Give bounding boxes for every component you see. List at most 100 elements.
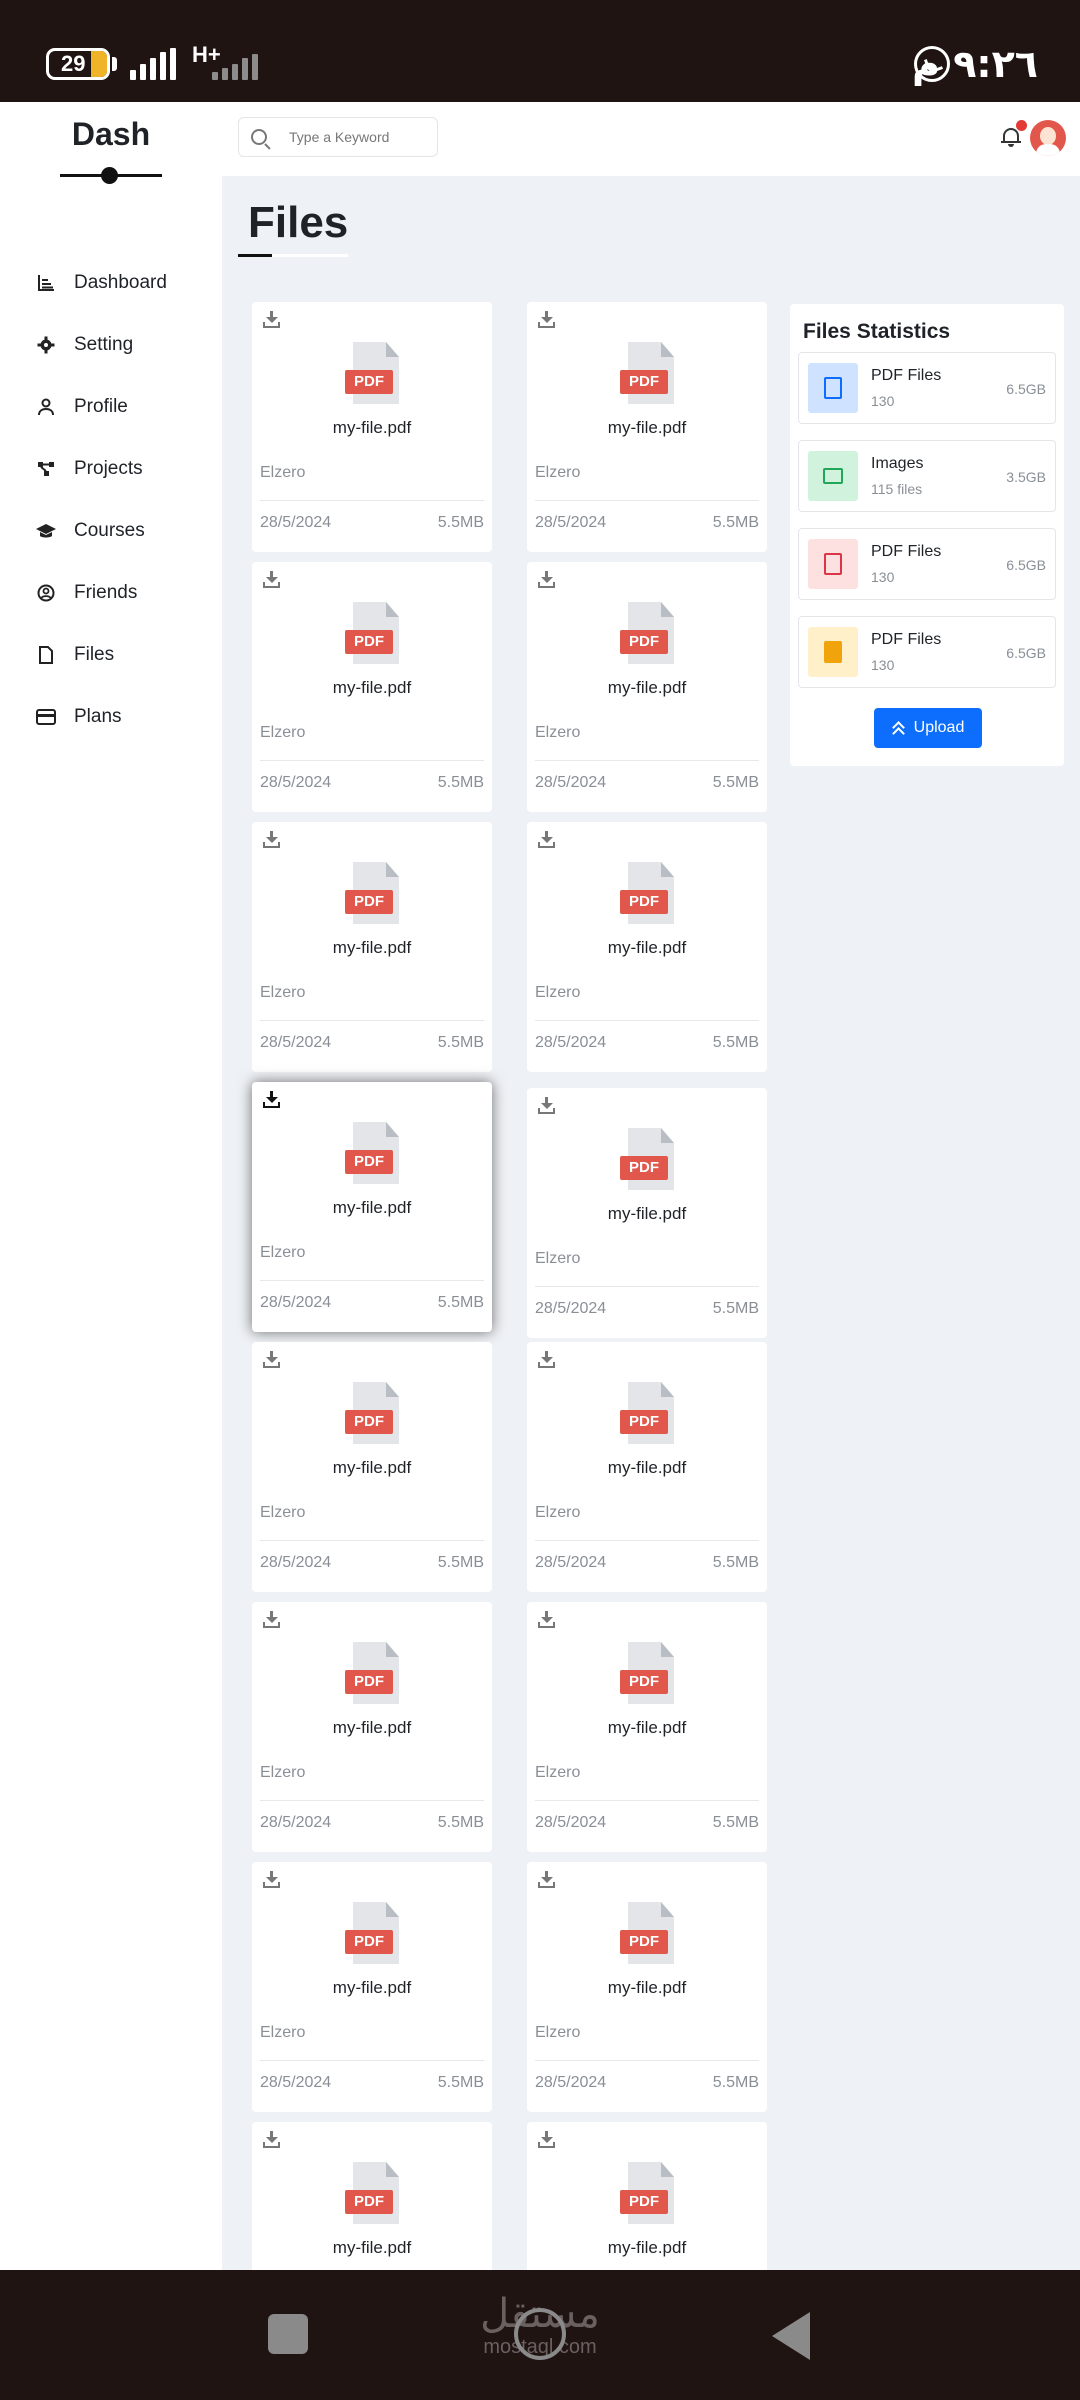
- file-card[interactable]: PDF my-file.pdf: [527, 2122, 767, 2270]
- search-box[interactable]: [238, 117, 438, 157]
- file-size: 5.5MB: [437, 514, 484, 531]
- file-author: Elzero: [535, 724, 581, 741]
- download-icon[interactable]: [537, 831, 557, 849]
- file-card[interactable]: PDF my-file.pdf Elzero 28/5/2024 5.5MB: [527, 1602, 767, 1852]
- sidebar-item-label: Setting: [74, 334, 134, 355]
- file-author: Elzero: [260, 984, 306, 1001]
- sidebar-item-label: Files: [74, 644, 115, 665]
- download-icon[interactable]: [262, 1091, 282, 1109]
- avatar[interactable]: [1030, 120, 1066, 156]
- battery-tip: [112, 57, 117, 71]
- upload-label: Upload: [913, 719, 965, 736]
- user-circle-icon: [36, 583, 56, 603]
- sidebar-item-setting[interactable]: Setting: [0, 314, 222, 376]
- download-icon[interactable]: [262, 2131, 282, 2149]
- divider: [260, 1540, 484, 1541]
- file-card[interactable]: PDF my-file.pdf Elzero 28/5/2024 5.5MB: [527, 302, 767, 552]
- stat-row: PDF Files 130 6.5GB: [798, 528, 1056, 600]
- download-icon[interactable]: [537, 1871, 557, 1889]
- file-card[interactable]: PDF my-file.pdf Elzero 28/5/2024 5.5MB: [252, 1082, 492, 1332]
- pdf-file-icon: PDF: [345, 342, 399, 406]
- file-card[interactable]: PDF my-file.pdf Elzero 28/5/2024 5.5MB: [527, 562, 767, 812]
- file-card[interactable]: PDF my-file.pdf Elzero 28/5/2024 5.5MB: [252, 302, 492, 552]
- file-date: 28/5/2024: [535, 1554, 607, 1571]
- file-card[interactable]: PDF my-file.pdf Elzero 28/5/2024 5.5MB: [527, 1862, 767, 2112]
- sidebar-item-label: Dashboard: [74, 272, 167, 293]
- sidebar-item-plans[interactable]: Plans: [0, 686, 222, 748]
- divider: [260, 1800, 484, 1801]
- download-icon[interactable]: [262, 831, 282, 849]
- file-name: my-file.pdf: [332, 1978, 412, 1997]
- sidebar-item-courses[interactable]: Courses: [0, 500, 222, 562]
- file-name: my-file.pdf: [607, 418, 687, 437]
- sidebar-item-dashboard[interactable]: Dashboard: [0, 252, 222, 314]
- stat-name: PDF Files: [871, 631, 942, 648]
- file-card[interactable]: PDF my-file.pdf Elzero 28/5/2024 5.5MB: [252, 1602, 492, 1852]
- upload-button[interactable]: Upload: [874, 708, 982, 748]
- pdf-file-icon: PDF: [620, 1642, 674, 1706]
- download-icon[interactable]: [262, 571, 282, 589]
- pdf-badge: PDF: [345, 890, 393, 914]
- sidebar-item-label: Courses: [74, 520, 145, 541]
- file-size: 5.5MB: [712, 1554, 759, 1571]
- download-icon[interactable]: [262, 311, 282, 329]
- download-icon[interactable]: [537, 571, 557, 589]
- download-icon[interactable]: [537, 1351, 557, 1369]
- sidebar-item-friends[interactable]: Friends: [0, 562, 222, 624]
- stat-count: 130: [871, 393, 895, 409]
- sidebar-item-profile[interactable]: Profile: [0, 376, 222, 438]
- chart-icon: [36, 273, 56, 293]
- file-card[interactable]: PDF my-file.pdf Elzero 28/5/2024 5.5MB: [527, 1342, 767, 1592]
- sidebar-item-label: Projects: [74, 458, 143, 479]
- file-date: 28/5/2024: [260, 1814, 332, 1831]
- download-icon[interactable]: [537, 1097, 557, 1115]
- download-icon[interactable]: [537, 1611, 557, 1629]
- sidebar-item-files[interactable]: Files: [0, 624, 222, 686]
- divider: [535, 1020, 759, 1021]
- download-icon[interactable]: [262, 1351, 282, 1369]
- file-name: my-file.pdf: [332, 1198, 412, 1217]
- pdf-badge: PDF: [345, 2190, 393, 2214]
- file-date: 28/5/2024: [260, 1294, 332, 1311]
- file-name: my-file.pdf: [332, 1458, 412, 1477]
- pdf-badge: PDF: [620, 890, 668, 914]
- file-card[interactable]: PDF my-file.pdf Elzero 28/5/2024 5.5MB: [252, 1862, 492, 2112]
- gear-icon: [36, 335, 56, 355]
- search-input[interactable]: [289, 129, 419, 145]
- file-size: 5.5MB: [437, 1294, 484, 1311]
- file-date: 28/5/2024: [260, 1554, 332, 1571]
- file-card[interactable]: PDF my-file.pdf Elzero 28/5/2024 5.5MB: [527, 822, 767, 1072]
- file-date: 28/5/2024: [260, 1034, 332, 1051]
- file-card[interactable]: PDF my-file.pdf Elzero 28/5/2024 5.5MB: [252, 562, 492, 812]
- file-card[interactable]: PDF my-file.pdf Elzero 28/5/2024 5.5MB: [252, 822, 492, 1072]
- stat-count: 130: [871, 657, 895, 673]
- double-chevron-up-icon: [892, 721, 904, 735]
- file-card[interactable]: PDF my-file.pdf: [252, 2122, 492, 2270]
- stats-title: Files Statistics: [803, 320, 951, 343]
- sidebar-item-projects[interactable]: Projects: [0, 438, 222, 500]
- notification-badge: [1016, 120, 1027, 131]
- file-name: my-file.pdf: [607, 1204, 687, 1223]
- download-icon[interactable]: [262, 1871, 282, 1889]
- download-icon[interactable]: [537, 2131, 557, 2149]
- file-card[interactable]: PDF my-file.pdf Elzero 28/5/2024 5.5MB: [252, 1342, 492, 1592]
- home-button[interactable]: [514, 2308, 566, 2360]
- back-button[interactable]: [772, 2312, 810, 2360]
- download-icon[interactable]: [537, 311, 557, 329]
- pdf-file-icon: PDF: [620, 602, 674, 666]
- pdf-file-icon: PDF: [620, 1382, 674, 1446]
- file-name: my-file.pdf: [607, 1458, 687, 1477]
- credit-card-icon: [36, 707, 56, 727]
- file-name: my-file.pdf: [332, 1718, 412, 1737]
- file-card[interactable]: PDF my-file.pdf Elzero 28/5/2024 5.5MB: [527, 1088, 767, 1338]
- file-size: 5.5MB: [437, 774, 484, 791]
- divider: [260, 500, 484, 501]
- pdf-badge: PDF: [620, 630, 668, 654]
- file-size: 5.5MB: [712, 1034, 759, 1051]
- brand-dot: [101, 167, 118, 184]
- file-date: 28/5/2024: [535, 1300, 607, 1317]
- file-name: my-file.pdf: [332, 418, 412, 437]
- download-icon[interactable]: [262, 1611, 282, 1629]
- stat-name: Images: [871, 455, 924, 472]
- recents-button[interactable]: [268, 2314, 308, 2354]
